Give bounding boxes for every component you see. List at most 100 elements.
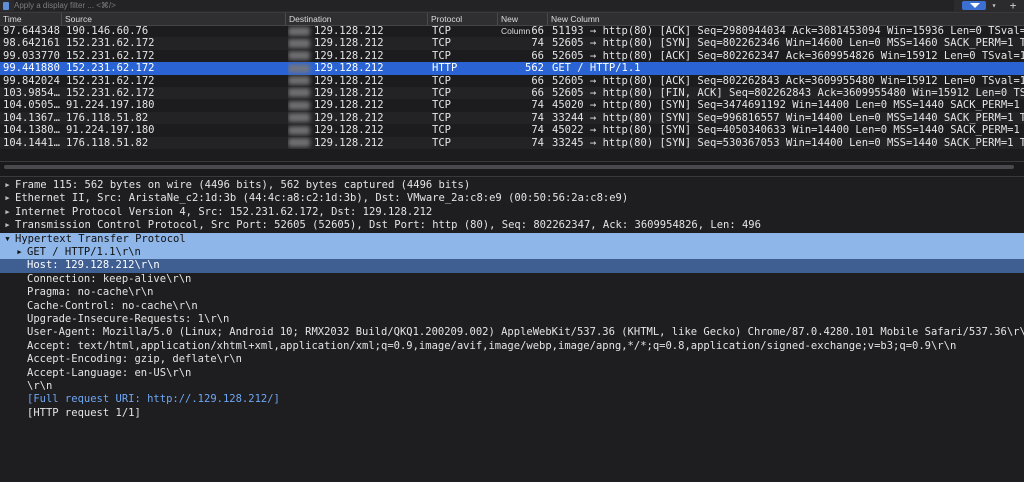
detail-text: Transmission Control Protocol, Src Port:… [15, 219, 761, 232]
detail-tree-item[interactable]: ▶ Transmission Control Protocol, Src Port… [0, 219, 1024, 232]
cell-time: 103.9854… [3, 86, 60, 99]
cell-protocol: HTTP [432, 62, 458, 75]
collapsed-triangle-icon[interactable]: ▶ [3, 192, 12, 205]
cell-time: 99.033770 [3, 49, 60, 62]
packet-details-pane: ▶ Frame 115: 562 bytes on wire (4496 bits… [0, 178, 1024, 482]
cell-source: 152.231.62.172 [66, 86, 155, 99]
cell-destination: 129.128.212 [288, 37, 428, 49]
collapsed-triangle-icon[interactable]: ▶ [3, 206, 12, 219]
destination-text: 129.128.212 [314, 136, 384, 149]
column-header-protocol[interactable]: Protocol [428, 13, 498, 25]
cell-source: 152.231.62.172 [66, 74, 155, 87]
cell-info: 51193 → http(80) [ACK] Seq=2980944034 Ac… [552, 25, 1024, 37]
detail-tree-item[interactable]: ▶ Frame 115: 562 bytes on wire (4496 bits… [0, 179, 1024, 192]
display-filter-input[interactable] [14, 0, 954, 11]
cell-source: 190.146.60.76 [66, 25, 149, 37]
packet-row[interactable]: 98.642161 152.231.62.172 129.128.212 TCP 74 5… [0, 37, 1024, 50]
packet-row[interactable]: 99.842024 152.231.62.172 129.128.212 TCP 66 5… [0, 75, 1024, 87]
cell-source: 91.224.197.180 [66, 99, 155, 112]
detail-tree-item[interactable]: ▼ Hypertext Transfer Protocol [0, 232, 1024, 246]
cell-destination: 129.128.212 [288, 62, 428, 74]
cell-protocol: TCP [432, 111, 451, 124]
cell-length: 66 [531, 25, 544, 37]
redacted-ip-prefix [288, 100, 310, 110]
detail-tree-item[interactable]: Accept-Encoding: gzip, deflate\r\n [0, 353, 1024, 366]
cell-source: 152.231.62.172 [66, 49, 155, 62]
packet-row[interactable]: 103.9854… 152.231.62.172 129.128.212 TCP 66 5… [0, 86, 1024, 100]
column-header-time[interactable]: Time [0, 13, 62, 25]
add-filter-button[interactable]: + [1006, 0, 1020, 11]
detail-text: Internet Protocol Version 4, Src: 152.23… [15, 205, 433, 218]
redacted-ip-prefix [288, 26, 310, 36]
cell-info: 52605 → http(80) [ACK] Seq=802262347 Ack… [552, 49, 1024, 62]
cell-length: 74 [531, 124, 544, 137]
detail-text: Host: 129.128.212\r\n [27, 259, 160, 272]
bookmark-icon[interactable] [3, 2, 9, 10]
cell-source: 176.118.51.82 [66, 111, 149, 124]
column-header-destination[interactable]: Destination [286, 13, 428, 25]
packet-row[interactable]: 97.644348 190.146.60.76 129.128.212 TCP 66 51… [0, 25, 1024, 37]
cell-protocol: TCP [432, 37, 451, 50]
detail-tree-item[interactable]: \r\n [0, 380, 1024, 393]
destination-text: 129.128.212 [314, 49, 384, 62]
collapsed-triangle-icon[interactable]: ▶ [3, 179, 12, 192]
detail-tree-item[interactable]: ▶ Ethernet II, Src: AristaNe_c2:1d:3b (44… [0, 192, 1024, 205]
cell-time: 104.1441… [3, 136, 60, 149]
detail-tree-item[interactable]: ▶ GET / HTTP/1.1\r\n [0, 246, 1024, 260]
column-header-source[interactable]: Source [62, 13, 286, 25]
cell-protocol: TCP [432, 99, 451, 112]
detail-tree-item[interactable]: [HTTP request 1/1] [0, 407, 1024, 420]
detail-tree-item[interactable]: Cache-Control: no-cache\r\n [0, 300, 1024, 313]
detail-tree-item[interactable]: Host: 129.128.212\r\n [0, 259, 1024, 273]
cell-time: 98.642161 [3, 37, 60, 50]
detail-tree-item[interactable]: Accept: text/html,application/xhtml+xml,… [0, 340, 1024, 353]
detail-tree-item[interactable]: ▶ Internet Protocol Version 4, Src: 152.2… [0, 206, 1024, 219]
destination-text: 129.128.212 [314, 74, 384, 87]
packet-row[interactable]: 99.441880 152.231.62.172 129.128.212 HTTP 56… [0, 62, 1024, 75]
collapsed-triangle-icon[interactable]: ▶ [3, 219, 12, 232]
apply-filter-button[interactable] [962, 1, 986, 10]
pane-splitter[interactable] [0, 161, 1024, 177]
detail-text: Hypertext Transfer Protocol [15, 232, 186, 245]
detail-text: Ethernet II, Src: AristaNe_c2:1d:3b (44:… [15, 192, 629, 205]
packet-row[interactable]: 104.0505… 91.224.197.180 129.128.212 TCP 74 4… [0, 99, 1024, 111]
detail-text: Pragma: no-cache\r\n [27, 286, 154, 299]
detail-tree-item[interactable]: Connection: keep-alive\r\n [0, 273, 1024, 286]
packet-row[interactable]: 104.1380… 91.224.197.180 129.128.212 TCP 74 4… [0, 124, 1024, 136]
destination-text: 129.128.212 [314, 124, 384, 137]
cell-destination: 129.128.212 [288, 112, 428, 124]
detail-tree-item[interactable]: Upgrade-Insecure-Requests: 1\r\n [0, 313, 1024, 326]
detail-text: Cache-Control: no-cache\r\n [27, 299, 198, 312]
packet-list[interactable]: 97.644348 190.146.60.76 129.128.212 TCP 66 51… [0, 25, 1024, 161]
packet-row[interactable]: 104.1367… 176.118.51.82 129.128.212 TCP 74 33… [0, 111, 1024, 125]
horizontal-scrollbar[interactable] [4, 165, 1014, 169]
redacted-ip-prefix [288, 38, 310, 48]
detail-text: Connection: keep-alive\r\n [27, 272, 192, 285]
cell-length: 562 [525, 62, 544, 75]
cell-protocol: TCP [432, 25, 451, 37]
cell-length: 74 [531, 37, 544, 50]
expanded-triangle-icon[interactable]: ▼ [3, 233, 12, 246]
redacted-ip-prefix [288, 76, 310, 86]
cell-destination: 129.128.212 [288, 137, 428, 149]
cell-info: 45020 → http(80) [SYN] Seq=3474691192 Wi… [552, 99, 1024, 112]
collapsed-triangle-icon[interactable]: ▶ [15, 246, 24, 259]
redacted-ip-prefix [288, 63, 310, 73]
detail-tree-item[interactable]: Accept-Language: en-US\r\n [0, 367, 1024, 380]
packet-row[interactable]: 104.1441… 176.118.51.82 129.128.212 TCP 74 33… [0, 136, 1024, 149]
detail-tree-item[interactable]: User-Agent: Mozilla/5.0 (Linux; Android … [0, 326, 1024, 339]
cell-info: 52605 → http(80) [FIN, ACK] Seq=80226284… [552, 86, 1024, 99]
detail-text: [Full request URI: http://.129.128.212/] [27, 393, 280, 406]
cell-source: 91.224.197.180 [66, 124, 155, 137]
cell-length: 74 [531, 99, 544, 112]
cell-protocol: TCP [432, 86, 451, 99]
detail-tree-item[interactable]: Pragma: no-cache\r\n [0, 286, 1024, 299]
redacted-ip-prefix [288, 113, 310, 123]
packet-row[interactable]: 99.033770 152.231.62.172 129.128.212 TCP 66 5… [0, 50, 1024, 62]
cell-protocol: TCP [432, 124, 451, 137]
chevron-down-icon[interactable]: ▾ [988, 0, 1000, 11]
detail-tree-item[interactable]: [Full request URI: http://.129.128.212/] [0, 393, 1024, 406]
column-header-new-column-1[interactable]: New Column [498, 13, 548, 36]
detail-text: GET / HTTP/1.1\r\n [27, 246, 141, 258]
column-header-new-column-2[interactable]: New Column [548, 13, 1024, 25]
